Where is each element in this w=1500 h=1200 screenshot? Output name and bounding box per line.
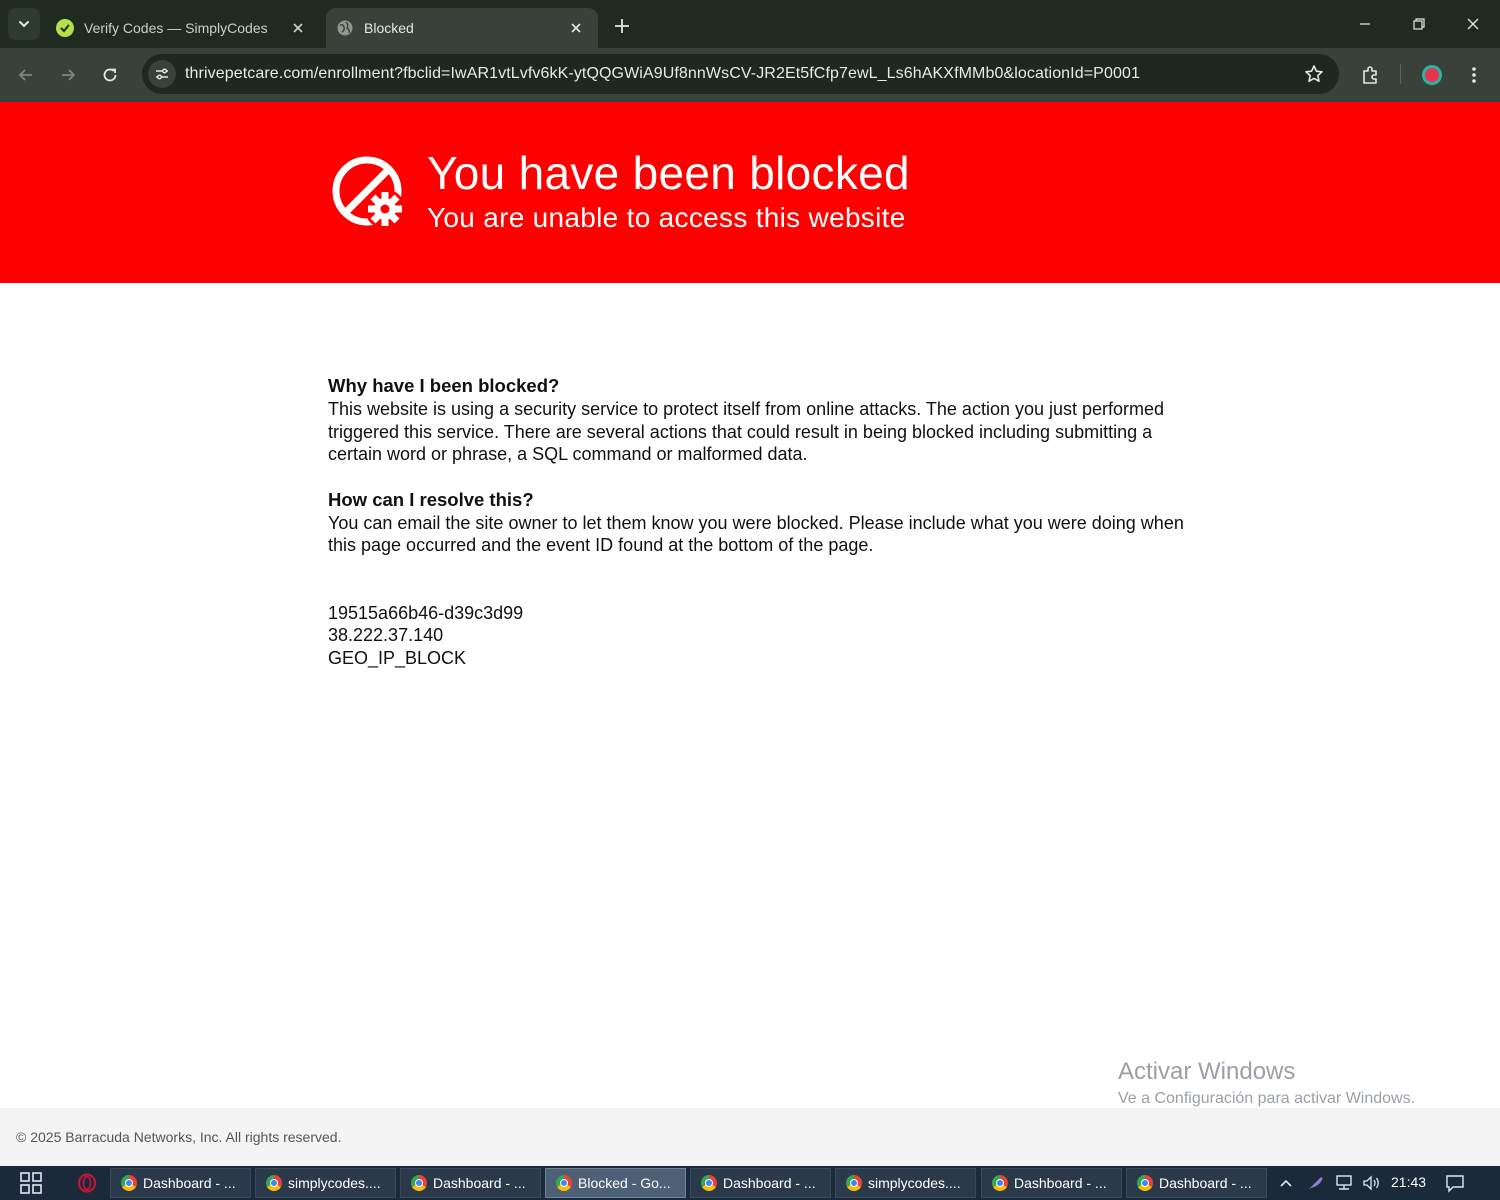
taskbar-item-active[interactable]: Blocked - Go... — [545, 1168, 686, 1198]
blocked-gear-icon — [332, 156, 405, 229]
forward-button[interactable] — [52, 59, 84, 91]
tab-title: Blocked — [364, 20, 414, 36]
taskbar-item-label: simplycodes.... — [868, 1175, 961, 1191]
why-body: This website is using a security service… — [328, 399, 1165, 464]
taskbar-item[interactable]: Dashboard - ... — [400, 1168, 541, 1198]
why-heading: Why have I been blocked? — [328, 375, 560, 396]
opera-button[interactable] — [74, 1171, 100, 1195]
notifications-button[interactable] — [1442, 1170, 1468, 1196]
close-icon — [1467, 18, 1479, 30]
chrome-icon — [266, 1175, 282, 1191]
tab-search-button[interactable] — [8, 8, 40, 40]
reload-icon — [103, 68, 117, 82]
close-window-button[interactable] — [1450, 6, 1496, 42]
chrome-icon — [846, 1175, 862, 1191]
block-reason: GEO_IP_BLOCK — [328, 647, 467, 668]
globe-icon — [336, 19, 354, 37]
minimize-icon — [1360, 23, 1370, 25]
taskbar-item-label: Dashboard - ... — [723, 1175, 816, 1191]
banner-subtitle: You are unable to access this website — [427, 202, 906, 233]
taskbar-clock[interactable]: 21:43 — [1391, 1174, 1426, 1190]
network-icon — [1336, 1175, 1352, 1190]
simplycodes-icon — [56, 19, 74, 37]
taskbar-item[interactable]: Dashboard - ... — [690, 1168, 831, 1198]
watermark-subtitle: Ve a Configuración para activar Windows. — [1118, 1090, 1416, 1107]
profile-icon — [1422, 65, 1442, 85]
resolve-heading: How can I resolve this? — [328, 488, 534, 510]
toolbar-divider — [1400, 64, 1401, 84]
tab-title: Verify Codes — SimplyCodes — [84, 20, 268, 36]
chevron-up-icon — [1280, 1179, 1292, 1187]
taskbar-item-label: Dashboard - ... — [1159, 1175, 1252, 1191]
taskbar-item[interactable]: Dashboard - ... — [1126, 1168, 1267, 1198]
arrow-right-icon — [62, 69, 76, 81]
close-tab-icon[interactable] — [566, 18, 586, 38]
event-info: 19515a66b46-d39c3d99 38.222.37.140 GEO_I… — [328, 602, 1188, 670]
chevron-down-icon — [19, 21, 29, 28]
volume-tray-button[interactable] — [1360, 1170, 1384, 1196]
windows-taskbar: Dashboard - ... simplycodes.... Dashboar… — [0, 1166, 1500, 1200]
chrome-icon — [556, 1175, 572, 1191]
url-text: thrivepetcare.com/enrollment?fbclid=IwAR… — [185, 65, 1140, 82]
extensions-button[interactable] — [1354, 59, 1386, 91]
restore-button[interactable] — [1396, 6, 1442, 42]
close-tab-icon[interactable] — [288, 18, 308, 38]
notification-icon — [1446, 1175, 1464, 1193]
address-bar[interactable]: thrivepetcare.com/enrollment?fbclid=IwAR… — [142, 54, 1339, 94]
tray-overflow-button[interactable] — [1276, 1170, 1296, 1196]
banner-title: You have been blocked — [427, 147, 910, 199]
speaker-icon — [1363, 1175, 1379, 1191]
chrome-icon — [1137, 1175, 1153, 1191]
taskbar-item-label: simplycodes.... — [288, 1175, 381, 1191]
chrome-icon — [992, 1175, 1008, 1191]
event-id: 19515a66b46-d39c3d99 — [328, 602, 524, 623]
more-vert-icon — [1472, 67, 1476, 83]
browser-menu-button[interactable] — [1458, 59, 1490, 91]
windows-activation-watermark: Activar Windows Ve a Configuración para … — [1118, 1058, 1415, 1108]
chrome-icon — [701, 1175, 717, 1191]
taskbar-item[interactable]: Dashboard - ... — [981, 1168, 1122, 1198]
client-ip: 38.222.37.140 — [328, 625, 444, 645]
browser-toolbar: thrivepetcare.com/enrollment?fbclid=IwAR… — [0, 48, 1500, 102]
new-tab-button[interactable] — [608, 12, 636, 40]
reload-button[interactable] — [94, 59, 126, 91]
network-tray-button[interactable] — [1332, 1170, 1356, 1196]
page-footer: © 2025 Barracuda Networks, Inc. All righ… — [0, 1108, 1500, 1166]
blocked-banner: You have been blocked You are unable to … — [0, 102, 1500, 283]
taskbar-item[interactable]: simplycodes.... — [255, 1168, 396, 1198]
back-button[interactable] — [10, 59, 42, 91]
taskbar-item-label: Dashboard - ... — [143, 1175, 236, 1191]
block-details: Why have I been blocked? This website is… — [328, 374, 1188, 669]
pen-tray-button[interactable] — [1304, 1170, 1326, 1196]
opera-icon — [77, 1173, 97, 1193]
arrow-left-icon — [18, 69, 32, 81]
plus-icon — [615, 19, 629, 33]
chrome-icon — [121, 1175, 137, 1191]
chrome-icon — [411, 1175, 427, 1191]
minimize-button[interactable] — [1342, 6, 1388, 42]
restore-icon — [1413, 18, 1425, 30]
windows-grid-icon — [20, 1172, 42, 1194]
resolve-body: You can email the site owner to let them… — [328, 512, 1184, 556]
taskbar-item[interactable]: simplycodes.... — [835, 1168, 976, 1198]
tab-strip: Verify Codes — SimplyCodes Blocked — [0, 0, 1500, 48]
tab-verify-codes[interactable]: Verify Codes — SimplyCodes — [46, 8, 320, 48]
puzzle-icon — [1363, 66, 1377, 84]
taskbar-item-label: Blocked - Go... — [578, 1175, 671, 1191]
taskbar-item-label: Dashboard - ... — [1014, 1175, 1107, 1191]
copyright-text: © 2025 Barracuda Networks, Inc. All righ… — [16, 1129, 342, 1145]
taskbar-item-label: Dashboard - ... — [433, 1175, 526, 1191]
taskbar-item[interactable]: Dashboard - ... — [110, 1168, 251, 1198]
feather-icon — [1308, 1177, 1323, 1190]
start-button[interactable] — [14, 1171, 48, 1195]
tab-blocked[interactable]: Blocked — [326, 8, 598, 48]
profile-avatar[interactable] — [1416, 59, 1448, 91]
watermark-title: Activar Windows — [1118, 1058, 1296, 1085]
bookmark-star-icon[interactable] — [1303, 63, 1325, 85]
site-info-icon[interactable] — [148, 60, 176, 88]
